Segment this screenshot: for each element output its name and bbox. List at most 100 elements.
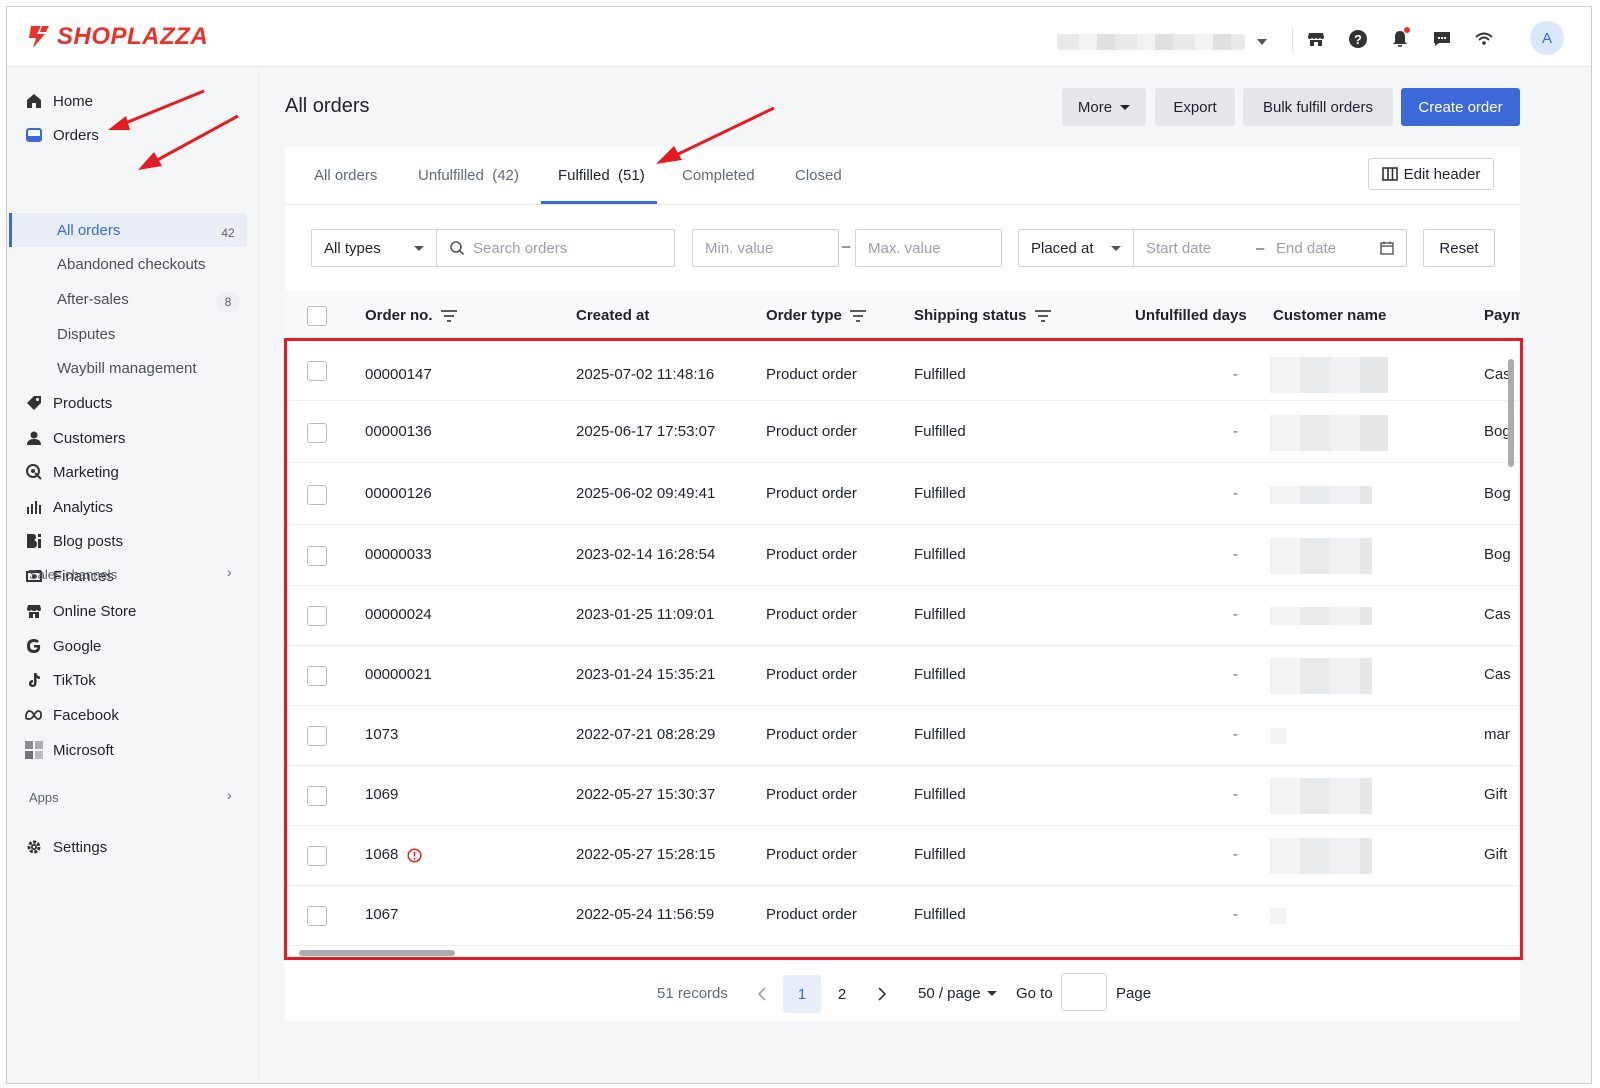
sidebar-item-orders[interactable]: Orders [25,121,99,149]
sidebar-item-google[interactable]: Google [25,632,101,660]
sidebar-item-all-orders[interactable]: All orders [57,216,120,244]
wifi-icon[interactable] [1472,27,1496,51]
start-date-input[interactable]: Start date [1146,240,1211,257]
table-row[interactable]: 1069 2022-05-27 15:30:37 Product order F… [285,766,1520,826]
vertical-scroll-thumb[interactable] [1508,359,1514,467]
unfulfilled-days: - [1233,666,1238,683]
row-checkbox[interactable] [307,546,327,566]
sidebar-item-tiktok[interactable]: TikTok [25,666,96,694]
scroll-thumb[interactable] [299,950,455,956]
table-row[interactable]: 00000147 2025-07-02 11:48:16 Product ord… [285,341,1520,401]
min-value-input[interactable]: Min. value [692,229,839,267]
table-row[interactable]: 1068 2022-05-27 15:28:15 Product order F… [285,826,1520,886]
date-range-picker[interactable]: Start date – End date [1133,229,1407,267]
table-row[interactable]: 00000126 2025-06-02 09:49:41 Product ord… [285,465,1520,525]
sidebar-item-marketing[interactable]: Marketing [25,458,119,486]
sidebar-item-label: Marketing [53,463,119,481]
sidebar-item-disputes[interactable]: Disputes [57,320,115,348]
row-checkbox[interactable] [307,906,327,926]
sidebar-item-customers[interactable]: Customers [25,424,126,452]
sidebar-item-blog-posts[interactable]: Blog posts [25,527,123,555]
tab-unfulfilled[interactable]: Unfulfilled (42) [418,167,519,184]
column-order-type[interactable]: Order type [766,307,866,324]
avatar[interactable]: A [1530,21,1564,55]
sidebar-item-waybill-management[interactable]: Waybill management [57,354,197,382]
column-order-no[interactable]: Order no. [365,307,457,324]
tab-fulfilled[interactable]: Fulfilled (51) [558,167,645,184]
sidebar-item-abandoned-checkouts[interactable]: Abandoned checkouts [57,250,205,278]
calendar-icon[interactable] [1380,241,1394,255]
bulk-fulfill-button[interactable]: Bulk fulfill orders [1243,88,1393,126]
column-shipping-status[interactable]: Shipping status [914,307,1051,324]
max-value-input[interactable]: Max. value [855,229,1002,267]
table-header: Order no. Created at Order type Shipping… [285,291,1520,341]
prev-page-button[interactable] [743,975,781,1013]
more-button[interactable]: More [1062,88,1146,126]
row-checkbox[interactable] [307,846,327,866]
tab-closed[interactable]: Closed [795,167,842,184]
filter-icon[interactable] [849,309,866,322]
store-icon[interactable] [1304,27,1328,51]
warning-icon[interactable] [406,847,422,863]
next-page-button[interactable] [863,975,901,1013]
order-number[interactable]: 00000136 [365,423,432,440]
tab-completed[interactable]: Completed [682,167,755,184]
order-number[interactable]: 00000033 [365,546,432,563]
sidebar-item-facebook[interactable]: Facebook [25,701,119,729]
chevron-right-icon[interactable]: › [227,564,232,580]
filter-icon[interactable] [440,309,457,322]
sidebar-item-after-sales[interactable]: After-sales [57,285,129,313]
row-checkbox[interactable] [307,361,327,381]
order-number[interactable]: 00000126 [365,485,432,502]
table-row[interactable]: 1073 2022-07-21 08:28:29 Product order F… [285,706,1520,766]
row-checkbox[interactable] [307,423,327,443]
chat-icon[interactable] [1430,27,1454,51]
page-1-button[interactable]: 1 [783,975,821,1013]
table-row[interactable]: 00000024 2023-01-25 11:09:01 Product ord… [285,586,1520,646]
order-number[interactable]: 1073 [365,726,398,743]
export-button[interactable]: Export [1155,88,1235,126]
date-type-select[interactable]: Placed at [1018,229,1134,267]
search-input[interactable]: Search orders [436,229,675,267]
filter-icon[interactable] [1034,309,1051,322]
order-type: Product order [766,606,857,623]
sidebar-item-microsoft[interactable]: Microsoft [25,736,114,764]
row-checkbox[interactable] [307,485,327,505]
horizontal-scrollbar[interactable] [299,949,1499,957]
order-number[interactable]: 1069 [365,786,398,803]
sidebar-item-home[interactable]: Home [25,87,93,115]
logo[interactable]: SHOPLAZZA [27,23,208,51]
table-row[interactable]: 00000033 2023-02-14 16:28:54 Product ord… [285,526,1520,586]
chevron-right-icon[interactable]: › [227,787,232,803]
sidebar-item-online-store[interactable]: Online Store [25,597,136,625]
page-scrollbar[interactable] [1579,67,1591,1083]
order-number[interactable]: 00000021 [365,666,432,683]
edit-header-button[interactable]: Edit header [1368,158,1494,190]
sidebar-item-products[interactable]: Products [25,389,112,417]
order-number[interactable]: 00000147 [365,366,432,383]
table-row[interactable]: 1067 2022-05-24 11:56:59 Product order F… [285,886,1520,946]
table-row[interactable]: 00000136 2025-06-17 17:53:07 Product ord… [285,403,1520,463]
row-checkbox[interactable] [307,606,327,626]
table-row[interactable]: 00000021 2023-01-24 15:35:21 Product ord… [285,646,1520,706]
end-date-input[interactable]: End date [1276,240,1336,257]
store-selector[interactable] [1057,33,1267,51]
sidebar-item-analytics[interactable]: Analytics [25,493,113,521]
goto-page-input[interactable] [1061,973,1107,1011]
row-checkbox[interactable] [307,666,327,686]
reset-button[interactable]: Reset [1423,229,1495,267]
row-checkbox[interactable] [307,786,327,806]
row-checkbox[interactable] [307,726,327,746]
order-number[interactable]: 1067 [365,906,398,923]
tab-all-orders[interactable]: All orders [314,167,377,184]
order-type-select[interactable]: All types [311,229,437,267]
sidebar-item-settings[interactable]: Settings [25,833,107,861]
order-number[interactable]: 1068 [365,846,422,863]
page-2-button[interactable]: 2 [823,975,861,1013]
help-icon[interactable]: ? [1346,27,1370,51]
create-order-button[interactable]: Create order [1401,88,1520,126]
page-size-select[interactable]: 50 / page [918,985,997,1002]
order-number[interactable]: 00000024 [365,606,432,623]
select-all-checkbox[interactable] [307,306,327,326]
bell-icon[interactable] [1388,27,1412,51]
